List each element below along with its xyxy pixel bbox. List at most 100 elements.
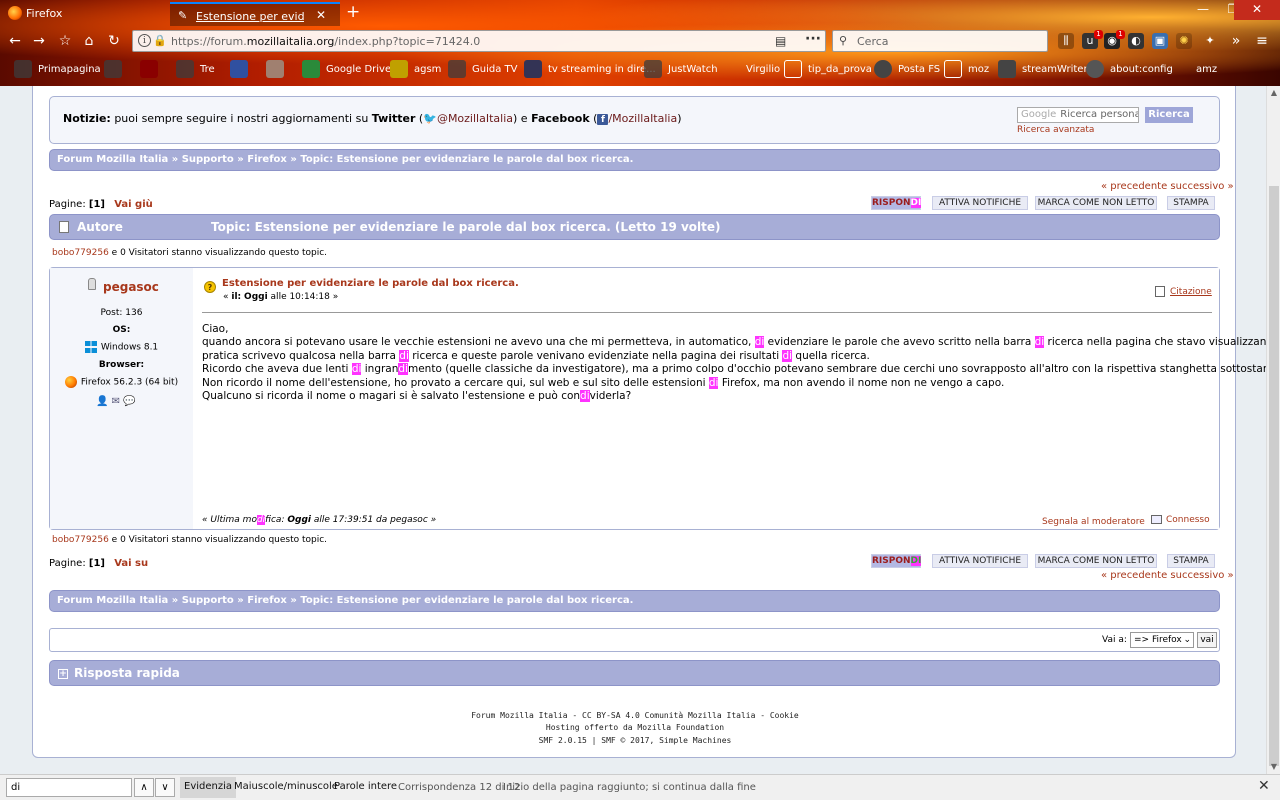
match-case-toggle[interactable]: Maiuscole/minuscole [234, 781, 338, 792]
find-input[interactable]: di [6, 778, 132, 797]
folder-icon [944, 60, 962, 78]
poster-name[interactable]: pegasoc [103, 280, 159, 294]
find-previous-button[interactable]: ∧ [134, 778, 154, 797]
quick-reply-header[interactable]: + Risposta rapida [49, 660, 1220, 686]
tab-close-icon[interactable]: ✕ [316, 8, 326, 22]
google-search-input[interactable]: GoogleRicerca personalizzata [1017, 107, 1139, 123]
google-search-button[interactable]: Ricerca [1145, 107, 1193, 123]
pm-icon[interactable]: 💬 [123, 396, 135, 407]
breadcrumb-item[interactable]: Topic: Estensione per evidenziare le par… [300, 595, 633, 606]
bookmark-item[interactable] [140, 60, 164, 80]
back-icon[interactable]: ← [6, 32, 24, 50]
extension-badge-1: 1 [1094, 30, 1103, 39]
bookmark-item[interactable]: Primapagina [14, 60, 101, 80]
breadcrumb-item[interactable]: Supporto [182, 154, 234, 165]
bookmark-item[interactable] [266, 60, 290, 80]
tab-active[interactable]: ✎ Estensione per evidenziare le parole ✕ [170, 2, 340, 26]
reply-button[interactable]: RISPONDI [871, 196, 922, 210]
print-button[interactable]: STAMPA [1167, 196, 1215, 210]
bookmark-item[interactable]: Guida TV [448, 60, 517, 80]
find-next-button[interactable]: ∨ [155, 778, 175, 797]
bookmark-item[interactable]: amz [1172, 60, 1217, 80]
close-find-bar-icon[interactable]: ✕ [1258, 778, 1270, 794]
url-bar[interactable]: i 🔒 https://forum.mozillaitalia.org/inde… [132, 30, 826, 52]
minimize-icon[interactable]: — [1188, 0, 1218, 20]
expand-icon[interactable]: + [58, 669, 68, 679]
extension-icon-4[interactable]: ▣ [1152, 33, 1168, 49]
mark-unread-button[interactable]: MARCA COME NON LETTO [1035, 554, 1157, 568]
lock-icon[interactable]: 🔒 [153, 34, 167, 47]
mark-unread-button[interactable]: MARCA COME NON LETTO [1035, 196, 1157, 210]
facebook-link[interactable]: /MozillaItalia [608, 112, 677, 125]
bookmark-item[interactable]: Posta FS [874, 60, 940, 80]
home-icon[interactable]: ⌂ [80, 32, 98, 50]
quote-button[interactable]: Citazione [1155, 286, 1212, 297]
breadcrumb-item[interactable]: Firefox [247, 595, 287, 606]
bookmark-item[interactable]: streamWriter [998, 60, 1088, 80]
bookmark-favicon-icon [302, 60, 320, 78]
breadcrumb-item[interactable]: Supporto [182, 595, 234, 606]
whole-words-toggle[interactable]: Parole intere [334, 781, 397, 792]
bookmark-item[interactable]: Tre [176, 60, 215, 80]
bookmark-star-icon[interactable]: ☆ [56, 32, 74, 50]
page-actions-icon[interactable]: ··· [805, 31, 821, 47]
scroll-down-icon[interactable]: ▼ [1269, 762, 1279, 771]
ip-icon [1151, 515, 1162, 524]
bookmarks-toolbar: Primapagina Tre Google Drive agsm Guida … [0, 56, 1280, 84]
breadcrumb-item[interactable]: Firefox [247, 154, 287, 165]
browser-chrome: Firefox ✎ Estensione per evidenziare le … [0, 0, 1280, 86]
extension-icon-3[interactable]: ◐ [1128, 33, 1144, 49]
search-box[interactable]: ⚲ Cerca [832, 30, 1048, 52]
page-scrollbar[interactable]: ▲ ▼ [1266, 86, 1280, 774]
email-icon[interactable]: ✉ [112, 396, 120, 407]
bookmark-folder[interactable]: tip_da_prova [784, 60, 872, 80]
highlight-all-toggle[interactable]: Evidenzia [180, 777, 237, 798]
bookmark-item[interactable]: about:config [1086, 60, 1173, 80]
forward-icon[interactable]: → [30, 32, 48, 50]
prev-next-links[interactable]: « precedente successivo » [1101, 570, 1234, 581]
bookmark-folder[interactable]: moz [944, 60, 989, 80]
scrollbar-thumb[interactable] [1269, 186, 1279, 766]
user-status-icon [88, 278, 96, 290]
overflow-icon[interactable]: » [1228, 33, 1244, 49]
bookmark-item[interactable]: JustWatch [644, 60, 718, 80]
report-to-moderator-link[interactable]: Segnala al moderatore [1042, 517, 1145, 527]
close-window-icon[interactable]: ✕ [1234, 0, 1280, 20]
advanced-search-link[interactable]: Ricerca avanzata [1017, 125, 1094, 135]
facebook-icon: f [597, 114, 609, 125]
breadcrumb-item[interactable]: Forum Mozilla Italia [57, 154, 168, 165]
bookmark-item[interactable]: tv streaming in dire... [524, 60, 656, 80]
viewer-user-link[interactable]: bobo779256 [52, 248, 109, 258]
profile-icon[interactable]: 👤 [96, 396, 108, 407]
info-icon[interactable]: i [138, 34, 151, 47]
reply-button[interactable]: RISPONDI [871, 554, 922, 568]
breadcrumb-item[interactable]: Forum Mozilla Italia [57, 595, 168, 606]
bookmark-favicon-icon [266, 60, 284, 78]
new-tab-icon[interactable]: + [346, 2, 360, 22]
menu-icon[interactable]: ≡ [1254, 33, 1270, 49]
post-subject[interactable]: Estensione per evidenziare le parole dal… [222, 278, 519, 289]
bookmark-item[interactable]: Virgilio [722, 60, 780, 80]
extension-icon-5[interactable]: ✺ [1176, 33, 1192, 49]
bookmark-item[interactable]: agsm [390, 60, 441, 80]
bookmark-item[interactable]: Google Drive [302, 60, 391, 80]
extension-icon-6[interactable]: ✦ [1202, 33, 1218, 49]
bookmark-item[interactable] [104, 60, 128, 80]
bookmark-item[interactable] [230, 60, 254, 80]
scroll-up-icon[interactable]: ▲ [1269, 88, 1279, 97]
reader-view-icon[interactable]: ▤ [775, 34, 786, 48]
reload-icon[interactable]: ↻ [105, 32, 123, 50]
print-button[interactable]: STAMPA [1167, 554, 1215, 568]
notify-button[interactable]: ATTIVA NOTIFICHE [932, 196, 1028, 210]
tab-favicon-icon: ✎ [178, 9, 188, 22]
twitter-link[interactable]: @MozillaItalia [437, 112, 513, 125]
quick-reply-label: Risposta rapida [74, 666, 180, 680]
jump-go-button[interactable]: vai [1197, 632, 1217, 648]
notify-button[interactable]: ATTIVA NOTIFICHE [932, 554, 1028, 568]
browser-label: Browser: [98, 360, 145, 370]
library-icon[interactable]: ⫼ [1058, 33, 1074, 49]
jump-select[interactable]: => Firefox ⌄ [1130, 632, 1194, 648]
viewer-user-link[interactable]: bobo779256 [52, 535, 109, 545]
prev-next-links[interactable]: « precedente successivo » [1101, 181, 1234, 192]
breadcrumb-item[interactable]: Topic: Estensione per evidenziare le par… [300, 154, 633, 165]
